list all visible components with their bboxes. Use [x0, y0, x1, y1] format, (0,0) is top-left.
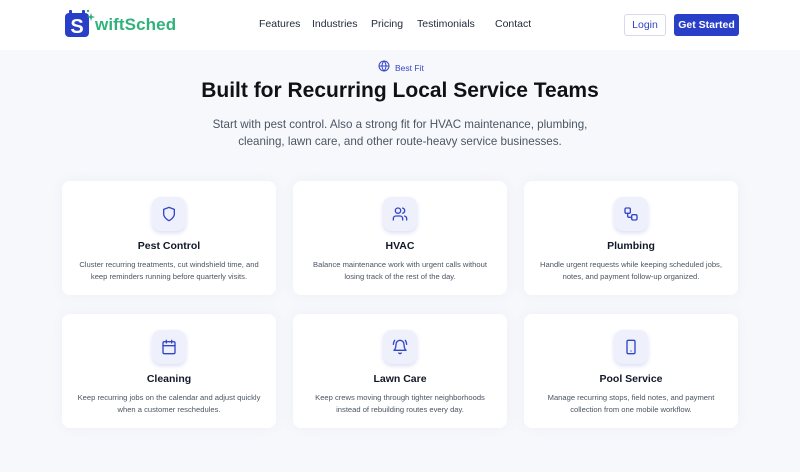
workflow-icon — [614, 197, 648, 231]
nav-link-pricing[interactable]: Pricing — [371, 18, 403, 30]
industry-card-hvac: HVAC Balance maintenance work with urgen… — [293, 181, 507, 295]
globe-icon — [378, 59, 390, 77]
card-title: Lawn Care — [373, 373, 427, 385]
nav-link-testimonials[interactable]: Testimonials — [417, 18, 475, 30]
get-started-button[interactable]: Get Started — [674, 14, 739, 36]
card-title: Cleaning — [146, 373, 192, 385]
calendar-icon — [152, 330, 186, 364]
industry-card-pest-control: Pest Control Cluster recurring treatment… — [62, 181, 276, 295]
smartphone-icon — [614, 330, 648, 364]
industry-card-plumbing: Plumbing Handle urgent requests while ke… — [524, 181, 738, 295]
nav-link-industries[interactable]: Industries — [312, 18, 358, 30]
industry-card-cleaning: Cleaning Keep recurring jobs on the cale… — [62, 314, 276, 428]
card-description: Balance maintenance work with urgent cal… — [313, 260, 487, 281]
nav-link-contact[interactable]: Contact — [495, 18, 531, 30]
badge-label: Best Fit — [395, 62, 424, 73]
login-button[interactable]: Login — [624, 14, 666, 36]
card-description: Handle urgent requests while keeping sch… — [540, 260, 722, 281]
card-description: Keep crews moving through tighter neighb… — [315, 393, 485, 414]
card-title: Plumbing — [607, 240, 655, 252]
top-navigation: S wiftSched Features Industries Pricing … — [0, 0, 800, 50]
best-fit-badge: Best Fit — [378, 59, 424, 77]
shield-icon — [152, 197, 186, 231]
card-title: Pest Control — [137, 240, 201, 252]
card-description: Manage recurring stops, field notes, and… — [547, 393, 715, 414]
page-title: Built for Recurring Local Service Teams — [201, 79, 599, 102]
users-icon — [383, 197, 417, 231]
nav-link-features[interactable]: Features — [259, 18, 300, 30]
card-title: Pool Service — [599, 373, 663, 385]
industry-card-lawn-care: Lawn Care Keep crews moving through tigh… — [293, 314, 507, 428]
industry-card-pool-service: Pool Service Manage recurring stops, fie… — [524, 314, 738, 428]
card-description: Cluster recurring treatments, cut windsh… — [79, 260, 259, 281]
card-description: Keep recurring jobs on the calendar and … — [77, 393, 261, 414]
page-subtitle: Start with pest control. Also a strong f… — [212, 118, 588, 148]
card-title: HVAC — [385, 240, 415, 252]
bell-icon — [383, 330, 417, 364]
